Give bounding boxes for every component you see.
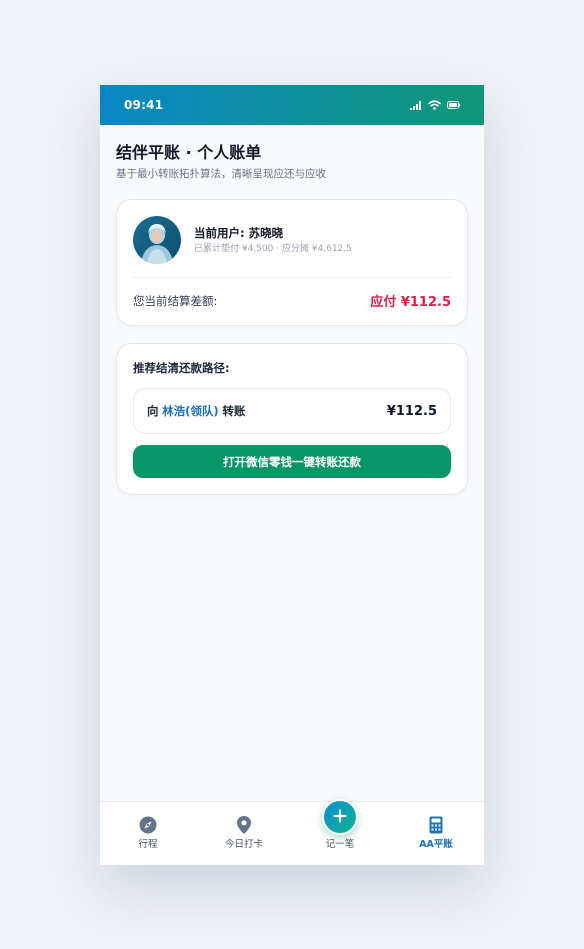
balance-value: 应付 ¥112.5 — [370, 295, 451, 310]
current-user-name: 当前用户: 苏晓晓 — [194, 225, 284, 240]
user-expense-summary: 已累计垫付 ¥4,500 · 应分摊 ¥4,612.5 — [194, 243, 352, 254]
battery-icon — [447, 101, 460, 109]
signal-icon — [410, 100, 422, 110]
calculator-icon — [429, 815, 443, 835]
compass-icon — [139, 815, 157, 835]
tab-itinerary[interactable]: 行程 — [100, 802, 196, 865]
user-header: 当前用户: 苏晓晓 已累计垫付 ¥4,500 · 应分摊 ¥4,612.5 — [133, 216, 451, 264]
status-time: 09:41 — [124, 98, 164, 112]
main-content: 结伴平账 · 个人账单 基于最小转账拓扑算法，清晰呈现应还与应收 当前用户: 苏… — [100, 125, 484, 495]
transfer-route-row[interactable]: 向 林浩(领队) 转账 ¥112.5 — [133, 388, 451, 434]
route-prefix: 向 — [147, 404, 159, 418]
tab-aa-settlement[interactable]: AA平账 — [388, 802, 484, 865]
settlement-route-card: 推荐结清还款路径: 向 林浩(领队) 转账 ¥112.5 打开微信零钱一键转账还… — [116, 343, 468, 495]
tab-label: 行程 — [138, 839, 158, 850]
wifi-icon — [428, 100, 441, 110]
tab-daily-checkin[interactable]: 今日打卡 — [196, 802, 292, 865]
bottom-tab-bar: 行程 今日打卡 记一笔 AA平账 — [100, 799, 484, 865]
balance-row: 您当前结算差额: 应付 ¥112.5 — [133, 278, 451, 323]
tab-label: AA平账 — [419, 839, 453, 850]
location-pin-icon — [237, 815, 251, 835]
route-target-name[interactable]: 林浩(领队) — [162, 404, 219, 418]
add-record-button[interactable] — [322, 799, 358, 835]
tab-label: 今日打卡 — [224, 839, 263, 850]
transfer-route-text: 向 林浩(领队) 转账 — [147, 403, 245, 419]
page-subtitle: 基于最小转账拓扑算法，清晰呈现应还与应收 — [116, 168, 326, 180]
phone-screen: 09:41 结伴平账 · 个人账单 基于最小转账拓扑算法，清晰呈现应还与应收 当… — [100, 85, 484, 865]
page-title: 结伴平账 · 个人账单 — [116, 143, 262, 162]
wechat-transfer-button[interactable]: 打开微信零钱一键转账还款 — [133, 445, 451, 478]
status-icons — [410, 100, 460, 110]
tab-add-record[interactable]: 记一笔 — [292, 799, 388, 865]
route-amount: ¥112.5 — [386, 403, 437, 419]
route-suffix: 转账 — [222, 404, 246, 418]
status-bar: 09:41 — [100, 85, 484, 125]
settlement-title: 推荐结清还款路径: — [133, 361, 230, 375]
plus-icon — [333, 808, 347, 827]
tab-label: 记一笔 — [325, 839, 355, 850]
balance-label: 您当前结算差额: — [133, 293, 218, 308]
user-info: 当前用户: 苏晓晓 已累计垫付 ¥4,500 · 应分摊 ¥4,612.5 — [194, 226, 352, 255]
avatar[interactable] — [133, 216, 181, 264]
user-summary-card: 当前用户: 苏晓晓 已累计垫付 ¥4,500 · 应分摊 ¥4,612.5 您当… — [116, 199, 468, 326]
